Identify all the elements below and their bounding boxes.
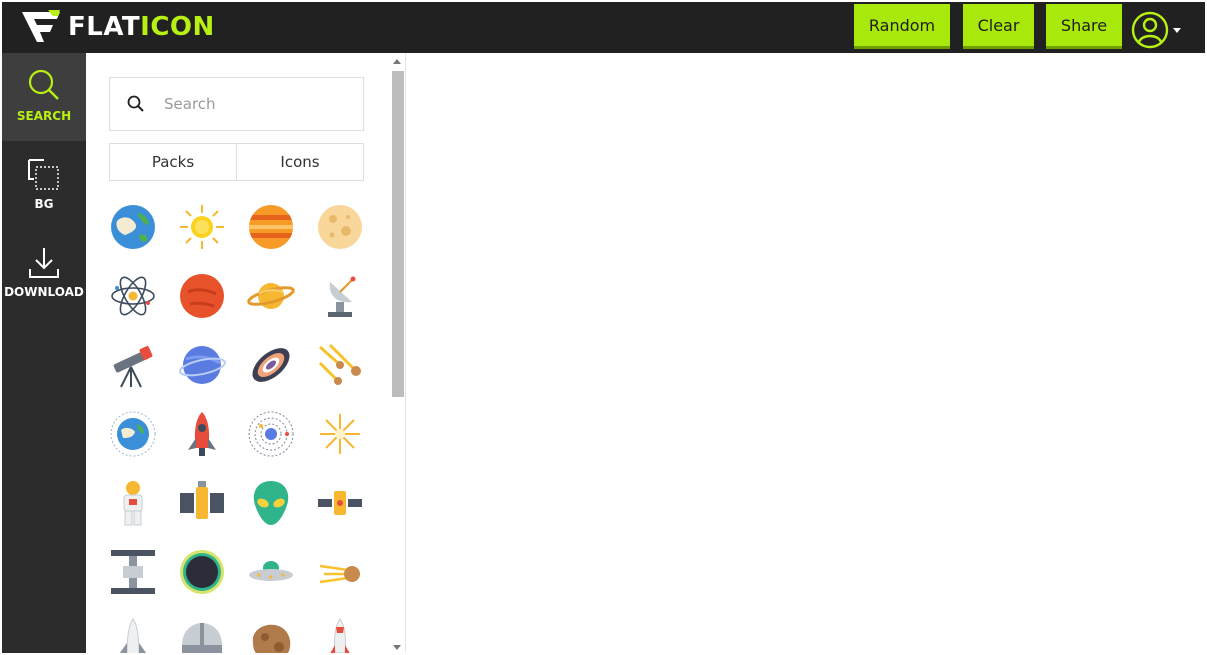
earth-orbit-icon[interactable] bbox=[109, 410, 157, 458]
search-input[interactable] bbox=[164, 95, 344, 113]
sidebar-item-label: SEARCH bbox=[16, 109, 72, 123]
rocket-icon[interactable] bbox=[178, 410, 226, 458]
tab-icons[interactable]: Icons bbox=[236, 144, 363, 180]
astronaut-icon[interactable] bbox=[109, 479, 157, 527]
observatory-icon[interactable] bbox=[178, 617, 226, 653]
comet-icon[interactable] bbox=[316, 548, 364, 596]
caret-down-icon bbox=[1173, 28, 1181, 33]
sidebar-item-bg[interactable]: BG bbox=[2, 157, 86, 217]
logo-text: FLATICON bbox=[68, 12, 215, 42]
sidebar-item-download[interactable]: DOWNLOAD bbox=[2, 245, 86, 305]
satellite-icon[interactable] bbox=[316, 479, 364, 527]
black-hole-icon[interactable] bbox=[178, 548, 226, 596]
icon-panel: Packs Icons bbox=[86, 53, 406, 653]
search-icon bbox=[28, 69, 59, 100]
ufo-icon[interactable] bbox=[247, 548, 295, 596]
telescope-icon[interactable] bbox=[109, 341, 157, 389]
scroll-down-arrow-icon[interactable] bbox=[393, 645, 401, 650]
share-button[interactable]: Share bbox=[1046, 4, 1122, 46]
sidebar-item-label: BG bbox=[34, 197, 54, 211]
random-button[interactable]: Random bbox=[854, 4, 950, 46]
top-bar: FLATICON Random Clear Share bbox=[2, 2, 1205, 53]
app-window: FLATICON Random Clear Share SEARCH BG DO… bbox=[2, 2, 1205, 653]
user-menu[interactable] bbox=[1131, 11, 1187, 49]
sidebar-item-label: DOWNLOAD bbox=[4, 285, 84, 299]
logo-text-flat: FLAT bbox=[68, 12, 141, 42]
panel-tabs: Packs Icons bbox=[109, 143, 364, 181]
space-station-icon[interactable] bbox=[109, 548, 157, 596]
asteroid-icon[interactable] bbox=[247, 617, 295, 653]
download-icon bbox=[29, 248, 59, 278]
clear-button[interactable]: Clear bbox=[963, 4, 1034, 46]
user-circle-icon bbox=[1131, 11, 1169, 49]
sidebar: SEARCH BG DOWNLOAD bbox=[2, 53, 86, 653]
jupiter-icon[interactable] bbox=[247, 203, 295, 251]
solar-system-icon[interactable] bbox=[247, 410, 295, 458]
scrollbar-thumb[interactable] bbox=[392, 71, 404, 397]
sun-icon[interactable] bbox=[178, 203, 226, 251]
logo-text-icon: ICON bbox=[140, 12, 215, 42]
meteor-shower-icon[interactable] bbox=[316, 341, 364, 389]
flaticon-logo[interactable]: FLATICON bbox=[20, 9, 215, 45]
panel-scrollbar[interactable] bbox=[390, 53, 406, 653]
flaticon-logo-icon bbox=[22, 10, 60, 42]
background-icon bbox=[28, 159, 59, 190]
space-shuttle-icon[interactable] bbox=[109, 617, 157, 653]
satellite-dish-icon[interactable] bbox=[316, 272, 364, 320]
sidebar-item-search[interactable]: SEARCH bbox=[2, 53, 86, 141]
star-burst-icon[interactable] bbox=[316, 410, 364, 458]
saturn-icon[interactable] bbox=[247, 272, 295, 320]
moon-icon[interactable] bbox=[316, 203, 364, 251]
mars-icon[interactable] bbox=[178, 272, 226, 320]
scroll-up-arrow-icon[interactable] bbox=[393, 59, 401, 64]
alien-icon[interactable] bbox=[247, 479, 295, 527]
search-box bbox=[109, 77, 364, 131]
neptune-icon[interactable] bbox=[178, 341, 226, 389]
atom-icon[interactable] bbox=[109, 272, 157, 320]
space-station-module-icon[interactable] bbox=[178, 479, 226, 527]
search-icon bbox=[127, 95, 144, 112]
launch-rocket-icon[interactable] bbox=[316, 617, 364, 653]
galaxy-icon[interactable] bbox=[247, 341, 295, 389]
tab-packs[interactable]: Packs bbox=[110, 144, 236, 180]
design-canvas[interactable] bbox=[407, 53, 1205, 653]
earth-icon[interactable] bbox=[109, 203, 157, 251]
